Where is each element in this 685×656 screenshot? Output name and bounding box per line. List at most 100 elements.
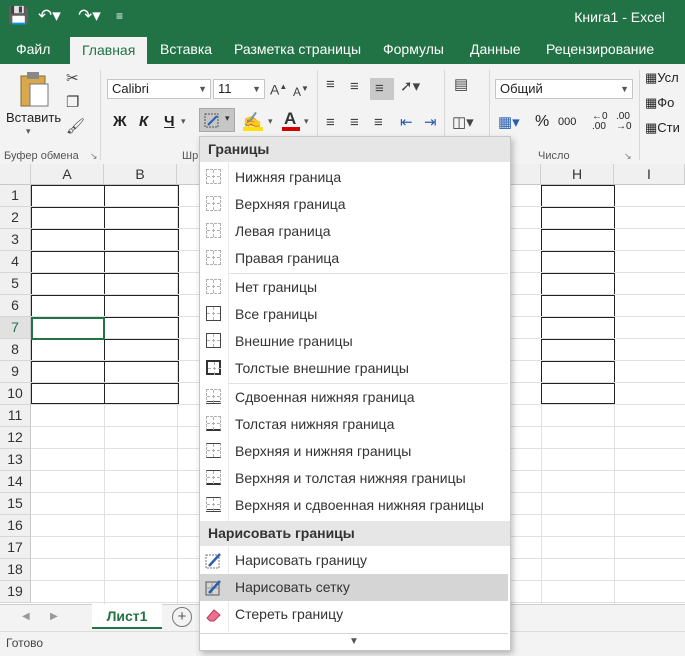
menu-item-left-border[interactable]: Левая граница	[200, 218, 508, 245]
menu-scroll-down-icon[interactable]: ▼	[200, 633, 508, 650]
chevron-down-icon[interactable]: ▾	[268, 116, 273, 127]
select-all-corner[interactable]	[0, 164, 31, 185]
thousands-separator-button[interactable]: 000	[558, 116, 576, 128]
font-name-combo[interactable]: Calibri ▼	[107, 79, 211, 99]
row-header-14[interactable]: 14	[0, 471, 31, 493]
align-center-icon[interactable]: ≡	[350, 114, 359, 132]
row-header-7[interactable]: 7	[0, 317, 31, 339]
row-header-19[interactable]: 19	[0, 581, 31, 603]
orientation-icon[interactable]: ➚▾	[400, 78, 420, 96]
increase-indent-icon[interactable]: ⇥	[424, 114, 437, 132]
status-text: Готово	[6, 636, 44, 650]
dialog-launcher-icon[interactable]: ↘	[624, 151, 632, 162]
menu-item-right-border[interactable]: Правая граница	[200, 245, 508, 272]
tab-file[interactable]: Файл	[16, 34, 50, 64]
tab-review[interactable]: Рецензирование	[546, 34, 654, 64]
paste-icon[interactable]	[16, 70, 52, 110]
accounting-format-icon[interactable]: ▦▾	[498, 114, 520, 132]
paste-label[interactable]: Вставить	[6, 110, 61, 125]
italic-button[interactable]: К	[139, 113, 148, 130]
row-header-3[interactable]: 3	[0, 229, 31, 251]
row-header-18[interactable]: 18	[0, 559, 31, 581]
scroll-right-icon[interactable]: ▶	[50, 611, 58, 622]
menu-item-draw-grid[interactable]: Нарисовать сетку	[200, 574, 508, 601]
chevron-down-icon[interactable]: ▾	[304, 116, 309, 127]
row-header-9[interactable]: 9	[0, 361, 31, 383]
copy-icon[interactable]: ❐	[66, 94, 79, 112]
column-header-b[interactable]: B	[104, 164, 177, 185]
sheet-tab-active[interactable]: Лист1	[92, 604, 162, 629]
borders-button[interactable]: ▾	[199, 108, 235, 132]
align-bottom-button[interactable]: ≡	[370, 78, 394, 100]
align-middle-icon[interactable]: ≡	[350, 78, 359, 96]
underline-button[interactable]: Ч	[164, 113, 175, 130]
bold-button[interactable]: Ж	[113, 113, 127, 130]
menu-item-all-borders[interactable]: Все границы	[200, 301, 508, 328]
menu-item-no-border[interactable]: Нет границы	[200, 274, 508, 301]
menu-item-erase-border[interactable]: Стереть границу	[200, 601, 508, 628]
number-format-combo[interactable]: Общий ▼	[495, 79, 633, 99]
redo-icon[interactable]: ↷▾	[78, 5, 101, 27]
customize-qat-icon[interactable]: ≡	[116, 5, 123, 27]
conditional-formatting-button[interactable]: ▦Усл	[645, 70, 679, 86]
tab-data[interactable]: Данные	[470, 34, 521, 64]
tab-formulas[interactable]: Формулы	[383, 34, 444, 64]
column-header-a[interactable]: A	[31, 164, 104, 185]
row-header-2[interactable]: 2	[0, 207, 31, 229]
decrease-indent-icon[interactable]: ⇤	[400, 114, 413, 132]
dialog-launcher-icon[interactable]: ↘	[90, 151, 98, 162]
align-right-icon[interactable]: ≡	[374, 114, 383, 132]
menu-item-thick-bottom-border[interactable]: Толстая нижняя граница	[200, 411, 508, 438]
row-header-8[interactable]: 8	[0, 339, 31, 361]
menu-item-top-bottom-border[interactable]: Верхняя и нижняя границы	[200, 438, 508, 465]
increase-font-icon[interactable]: A▲	[270, 78, 287, 99]
row-header-11[interactable]: 11	[0, 405, 31, 427]
scroll-left-icon[interactable]: ◀	[22, 611, 30, 622]
undo-icon[interactable]: ↶▾	[38, 5, 61, 27]
row-header-10[interactable]: 10	[0, 383, 31, 405]
save-icon[interactable]: 💾	[8, 5, 29, 27]
row-header-15[interactable]: 15	[0, 493, 31, 515]
wrap-text-icon[interactable]: ▤	[454, 76, 468, 94]
row-header-1[interactable]: 1	[0, 185, 31, 207]
add-sheet-icon[interactable]: +	[172, 607, 192, 627]
column-header-h[interactable]: H	[541, 164, 614, 185]
align-left-icon[interactable]: ≡	[326, 114, 335, 132]
menu-item-draw-border[interactable]: Нарисовать границу	[200, 547, 508, 574]
menu-item-thick-outside-borders[interactable]: Толстые внешние границы	[200, 355, 508, 382]
row-header-13[interactable]: 13	[0, 449, 31, 471]
row-header-16[interactable]: 16	[0, 515, 31, 537]
column-header-i[interactable]: I	[614, 164, 685, 185]
menu-item-bottom-border[interactable]: Нижняя граница	[200, 164, 508, 191]
menu-item-top-border[interactable]: Верхняя граница	[200, 191, 508, 218]
clipboard-group-label: Буфер обмена	[4, 150, 79, 162]
cell-styles-button[interactable]: ▦Сти	[645, 120, 680, 136]
paste-dropdown-icon[interactable]: ▾	[26, 126, 31, 137]
cut-icon[interactable]: ✂	[66, 70, 79, 88]
decrease-font-icon[interactable]: A▼	[293, 80, 309, 101]
format-as-table-button[interactable]: ▦Фо	[645, 95, 674, 111]
tab-insert[interactable]: Вставка	[160, 34, 212, 64]
menu-item-outside-borders[interactable]: Внешние границы	[200, 328, 508, 355]
row-header-17[interactable]: 17	[0, 537, 31, 559]
row-header-12[interactable]: 12	[0, 427, 31, 449]
align-top-icon[interactable]: ≡	[326, 76, 335, 94]
active-cell-a7[interactable]	[31, 317, 105, 340]
font-size-combo[interactable]: 11 ▼	[213, 79, 265, 99]
menu-item-double-bottom-border[interactable]: Сдвоенная нижняя граница	[200, 384, 508, 411]
format-painter-icon[interactable]: 🖌	[66, 118, 85, 136]
decrease-decimal-icon[interactable]: .00 →0	[616, 112, 632, 132]
row-header-5[interactable]: 5	[0, 273, 31, 295]
merge-center-icon[interactable]: ◫▾	[452, 114, 474, 132]
tab-home[interactable]: Главная	[70, 37, 148, 64]
font-color-icon[interactable]: A	[284, 109, 296, 129]
menu-item-top-double-bottom-border[interactable]: Верхняя и сдвоенная нижняя границы	[200, 492, 508, 519]
menu-item-top-thick-bottom-border[interactable]: Верхняя и толстая нижняя границы	[200, 465, 508, 492]
increase-decimal-icon[interactable]: ←0.00	[592, 112, 608, 132]
percent-button[interactable]: %	[535, 113, 549, 131]
row-header-6[interactable]: 6	[0, 295, 31, 317]
font-size-value: 11	[218, 81, 232, 96]
row-header-4[interactable]: 4	[0, 251, 31, 273]
chevron-down-icon[interactable]: ▾	[181, 116, 186, 127]
tab-page-layout[interactable]: Разметка страницы	[234, 34, 361, 64]
